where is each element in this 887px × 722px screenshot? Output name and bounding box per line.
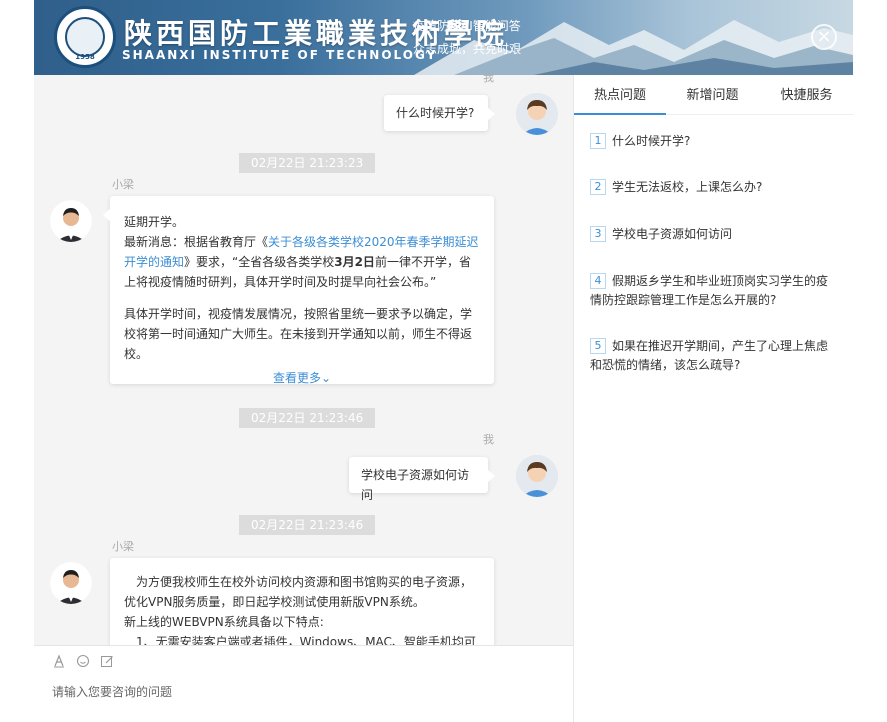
panel-tabs: 热点问题 新增问题 快捷服务 [574,75,853,115]
question-item[interactable]: 2 学生无法返校，上课怎么办? [590,178,838,197]
bot-avatar [50,200,92,242]
message-text-bold: 3月2日 [334,255,375,269]
question-item[interactable]: 1 什么时候开学? [590,132,838,151]
message-text: 什么时候开学? [396,106,475,120]
question-number: 5 [590,338,606,354]
bot-avatar-icon [50,200,92,242]
message-text-part: 最新消息：根据省教育厅《 [124,235,269,249]
question-text: 学生无法返校，上课怎么办? [612,180,763,194]
tab-quick-services[interactable]: 快捷服务 [759,75,853,115]
bot-avatar [50,562,92,604]
edit-icon[interactable] [100,654,114,668]
user-avatar-icon [516,455,558,497]
logo-year: 1958 [75,53,95,61]
message-text: 为方便我校师生在校外访问校内资源和图书馆购买的电子资源，优化VPN服务质量，即日… [124,575,473,609]
header-tagline-2: 众志成城，共克时艰 [413,42,522,56]
message-timestamp: 02月22日 21:23:23 [239,153,376,173]
question-number: 2 [590,179,606,195]
sender-label-bot: 小梁 [112,178,134,191]
font-icon[interactable] [52,654,66,668]
bot-avatar-icon [50,562,92,604]
message-text-part: 》要求，“全省各级各类学校 [184,255,335,269]
school-logo: 1958 [54,6,116,68]
user-avatar [516,93,558,135]
message-text: 最新消息：根据省教育厅《关于各级各类学校2020年春季学期延迟开学的通知》要求，… [124,232,480,292]
header-banner: 1958 陕西国防工業職業技術學院 SHAANXI INSTITUTE OF T… [34,0,853,75]
question-item[interactable]: 3 学校电子资源如何访问 [590,225,838,244]
question-number: 1 [590,133,606,149]
close-button[interactable]: × [811,24,837,50]
question-text: 什么时候开学? [612,134,691,148]
sender-label-me: 我 [483,75,494,84]
chat-area[interactable]: 我 什么时候开学? 02月22日 21:23:23 小梁 延期开学。 最新消息：… [34,75,573,645]
question-item[interactable]: 4 假期返乡学生和毕业班顶岗实习学生的疫情防控跟踪管理工作是怎么开展的? [590,272,838,310]
chat-window: 1958 陕西国防工業職業技術學院 SHAANXI INSTITUTE OF T… [34,0,853,722]
question-text: 学校电子资源如何访问 [612,227,733,241]
question-text: 如果在推迟开学期间，产生了心理上焦虑和恐慌的情绪，该怎么疏导? [590,339,829,372]
logo-emblem [65,17,105,57]
faq-panel: 热点问题 新增问题 快捷服务 1 什么时候开学? 2 学生无法返校，上课怎么办? 3… [573,75,853,722]
message-timestamp: 02月22日 21:23:46 [239,408,376,428]
bot-message-bubble: 延期开学。 最新消息：根据省教育厅《关于各级各类学校2020年春季学期延迟开学的… [103,196,494,385]
message-text: 新上线的WEBVPN系统具备以下特点: [124,615,324,629]
message-text: 1、无需安装客户端或者插件，Windows、MAC、智能手机均可 [136,635,476,645]
message-text: 学校电子资源如何访问 [361,468,470,502]
question-number: 3 [590,226,606,242]
school-name-en: SHAANXI INSTITUTE OF TECHNOLOGY [122,48,438,62]
question-text: 假期返乡学生和毕业班顶岗实习学生的疫情防控跟踪管理工作是怎么开展的? [590,274,829,307]
message-timestamp: 02月22日 21:23:46 [239,515,376,535]
close-icon: × [816,26,832,47]
question-input[interactable] [50,682,550,702]
view-more-link[interactable]: 查看更多⌄ [124,368,480,388]
header-tagline-1: 疫情防控AI智能问答 [413,19,521,33]
emoji-icon[interactable] [76,654,90,668]
message-text: 具体开学时间，视疫情发展情况，按照省里统一要求予以确定，学校将第一时间通知广大师… [124,307,473,361]
question-number: 4 [590,273,606,289]
user-avatar [516,455,558,497]
bot-message-bubble: 为方便我校师生在校外访问校内资源和图书馆购买的电子资源，优化VPN服务质量，即日… [110,558,494,645]
sender-label-me: 我 [483,433,494,446]
message-text: 延期开学。 [124,215,185,229]
sender-label-bot: 小梁 [112,540,134,553]
tab-hot-questions[interactable]: 热点问题 [574,75,666,115]
question-item[interactable]: 5 如果在推迟开学期间，产生了心理上焦虑和恐慌的情绪，该怎么疏导? [590,337,838,375]
input-area [34,645,573,722]
user-message-bubble: 什么时候开学? [384,95,495,131]
tab-new-questions[interactable]: 新增问题 [666,75,759,115]
user-avatar-icon [516,93,558,135]
user-message-bubble: 学校电子资源如何访问 [349,457,495,502]
